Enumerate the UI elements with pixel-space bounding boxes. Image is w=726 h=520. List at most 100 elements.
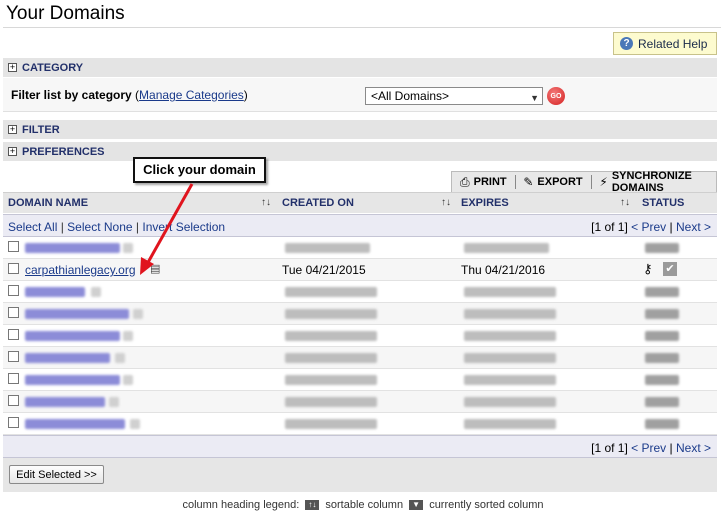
obscured-domain bbox=[25, 353, 110, 363]
section-category[interactable]: + CATEGORY bbox=[3, 58, 717, 77]
obscured-date bbox=[285, 375, 377, 385]
row-checkbox[interactable] bbox=[8, 241, 19, 252]
expand-plus-icon[interactable]: + bbox=[8, 63, 17, 72]
selection-bar: Select All | Select None | Invert Select… bbox=[3, 214, 717, 237]
export-button[interactable]: ✎ EXPORT bbox=[515, 172, 590, 192]
domain-link[interactable]: carpathianlegacy.org bbox=[25, 263, 136, 277]
obscured-icon bbox=[123, 375, 133, 385]
sorted-icon: ▼ bbox=[409, 500, 424, 511]
table-row bbox=[3, 303, 717, 325]
column-domain-name[interactable]: DOMAIN NAME bbox=[8, 197, 88, 209]
obscured-domain bbox=[25, 397, 105, 407]
obscured-date bbox=[285, 331, 377, 341]
separator: | bbox=[669, 441, 673, 455]
printer-icon: ⎙ bbox=[460, 174, 470, 189]
legend-sortable: sortable column bbox=[325, 499, 404, 511]
obscured-status bbox=[645, 309, 679, 319]
table-row: carpathianlegacy.org ▤ Tue 04/21/2015 Th… bbox=[3, 259, 717, 281]
next-page-link[interactable]: Next > bbox=[676, 441, 711, 455]
prev-page-link[interactable]: < Prev bbox=[631, 220, 666, 234]
note-icon[interactable]: ▤ bbox=[150, 262, 160, 275]
column-status[interactable]: STATUS bbox=[642, 197, 684, 209]
obscured-domain bbox=[25, 375, 120, 385]
section-preferences[interactable]: + PREFERENCES bbox=[3, 142, 717, 161]
question-icon: ? bbox=[620, 37, 633, 50]
row-checkbox[interactable] bbox=[8, 307, 19, 318]
selection-links: Select All | Select None | Invert Select… bbox=[8, 220, 225, 234]
domain-toolbar: ⎙ PRINT ✎ EXPORT ⚡ SYNCHRONIZE DOMAINS bbox=[451, 170, 717, 194]
section-preferences-label: PREFERENCES bbox=[22, 145, 105, 158]
verified-check-icon: ✔ bbox=[663, 262, 677, 276]
sort-icon[interactable]: ↑↓ bbox=[261, 197, 271, 208]
obscured-date bbox=[285, 309, 377, 319]
pager-top: [1 of 1] < Prev | Next > bbox=[591, 220, 711, 234]
paren-close: ) bbox=[243, 88, 248, 102]
row-checkbox[interactable] bbox=[8, 351, 19, 362]
bottom-pager-bar: [1 of 1] < Prev | Next > bbox=[3, 435, 717, 458]
click-domain-callout: Click your domain bbox=[133, 157, 266, 183]
expand-plus-icon[interactable]: + bbox=[8, 147, 17, 156]
manage-categories-link[interactable]: Manage Categories bbox=[139, 88, 244, 102]
row-checkbox[interactable] bbox=[8, 417, 19, 428]
row-checkbox[interactable] bbox=[8, 395, 19, 406]
edit-selected-button[interactable]: Edit Selected >> bbox=[9, 465, 104, 484]
prev-page-link[interactable]: < Prev bbox=[631, 441, 666, 455]
invert-selection-link[interactable]: Invert Selection bbox=[142, 220, 225, 234]
table-row bbox=[3, 347, 717, 369]
created-date: Tue 04/21/2015 bbox=[282, 263, 366, 277]
go-button[interactable]: GO bbox=[547, 87, 565, 105]
sort-icon[interactable]: ↑↓ bbox=[441, 197, 451, 208]
obscured-status bbox=[645, 375, 679, 385]
separator: | bbox=[669, 220, 673, 234]
related-help-button[interactable]: ? Related Help bbox=[613, 32, 717, 55]
table-row bbox=[3, 281, 717, 303]
obscured-date bbox=[285, 353, 377, 363]
pager-position: [1 of 1] bbox=[591, 220, 628, 234]
obscured-domain bbox=[25, 331, 120, 341]
table-row bbox=[3, 325, 717, 347]
edit-area: Edit Selected >> bbox=[3, 458, 717, 492]
select-all-link[interactable]: Select All bbox=[8, 220, 57, 234]
obscured-icon bbox=[123, 331, 133, 341]
synchronize-domains-button[interactable]: ⚡ SYNCHRONIZE DOMAINS bbox=[591, 170, 716, 194]
row-checkbox[interactable] bbox=[8, 373, 19, 384]
expand-plus-icon[interactable]: + bbox=[8, 125, 17, 134]
row-checkbox[interactable] bbox=[8, 285, 19, 296]
obscured-domain bbox=[25, 243, 120, 253]
obscured-date bbox=[285, 287, 377, 297]
next-page-link[interactable]: Next > bbox=[676, 220, 711, 234]
separator: | bbox=[135, 220, 140, 234]
print-button[interactable]: ⎙ PRINT bbox=[452, 172, 515, 192]
column-legend: column heading legend: ↑↓ sortable colum… bbox=[0, 499, 726, 511]
section-filter-label: FILTER bbox=[22, 123, 60, 136]
separator: | bbox=[60, 220, 64, 234]
column-created-on[interactable]: CREATED ON bbox=[282, 197, 354, 209]
legend-prefix: column heading legend: bbox=[182, 499, 300, 511]
obscured-icon bbox=[109, 397, 119, 407]
related-help-label: Related Help bbox=[638, 36, 708, 51]
sortable-icon: ↑↓ bbox=[305, 500, 320, 511]
title-divider bbox=[3, 27, 721, 28]
obscured-icon bbox=[115, 353, 125, 363]
legend-sorted: currently sorted column bbox=[429, 499, 544, 511]
obscured-status bbox=[645, 331, 679, 341]
obscured-date bbox=[464, 397, 556, 407]
category-select[interactable]: <All Domains> ▼ bbox=[365, 87, 543, 105]
expires-date: Thu 04/21/2016 bbox=[461, 263, 546, 277]
sort-icon[interactable]: ↑↓ bbox=[620, 197, 630, 208]
section-filter[interactable]: + FILTER bbox=[3, 120, 717, 139]
obscured-status bbox=[645, 419, 679, 429]
row-checkbox[interactable] bbox=[8, 263, 19, 274]
select-none-link[interactable]: Select None bbox=[67, 220, 132, 234]
obscured-date bbox=[464, 309, 556, 319]
print-label: PRINT bbox=[473, 176, 507, 188]
filter-label-text: Filter list by category bbox=[11, 88, 132, 102]
key-icon: ⚷ bbox=[643, 261, 653, 276]
obscured-status bbox=[645, 243, 679, 253]
table-row bbox=[3, 369, 717, 391]
category-select-value: <All Domains> bbox=[371, 89, 450, 103]
obscured-date bbox=[464, 331, 556, 341]
column-expires[interactable]: EXPIRES bbox=[461, 197, 509, 209]
row-checkbox[interactable] bbox=[8, 329, 19, 340]
pager-position: [1 of 1] bbox=[591, 441, 628, 455]
